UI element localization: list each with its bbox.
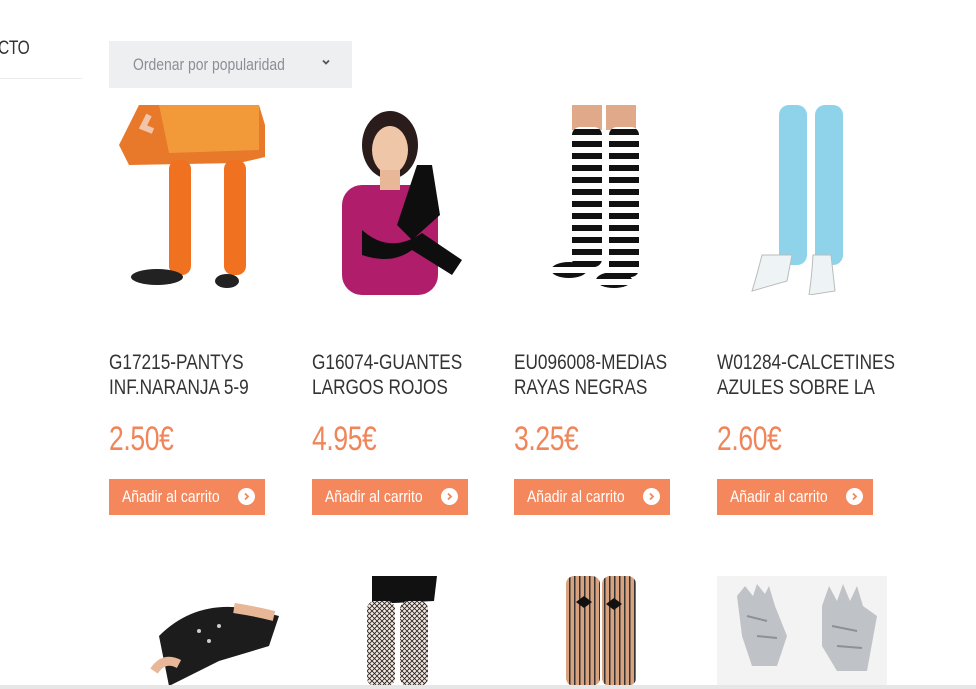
product-title-line1: W01284-CALCETINES bbox=[717, 351, 896, 374]
silver-sequin-gloves-photo[interactable] bbox=[717, 576, 887, 686]
blue-stockings-photo[interactable] bbox=[717, 105, 873, 295]
sort-select[interactable]: Ordenar por popularidad bbox=[109, 41, 352, 88]
add-to-cart-button[interactable]: Añadir al carrito bbox=[717, 479, 873, 515]
product-title-line2: INF.NARANJA 5-9 bbox=[109, 376, 249, 399]
sidebar-title: CTO bbox=[0, 38, 30, 59]
product-price: 4.95€ bbox=[312, 420, 377, 458]
arrow-right-icon bbox=[238, 488, 255, 505]
striped-stockings-photo[interactable] bbox=[514, 105, 670, 295]
add-to-cart-button[interactable]: Añadir al carrito bbox=[312, 479, 468, 515]
product-title[interactable]: G16074-GUANTES LARGOS ROJOS bbox=[312, 350, 476, 400]
product-title-line2: AZULES SOBRE LA bbox=[717, 376, 875, 399]
page-bottom-border bbox=[0, 685, 976, 689]
chevron-down-icon bbox=[320, 55, 332, 71]
bow-striped-stockings-photo[interactable] bbox=[514, 576, 670, 686]
product-price: 2.50€ bbox=[109, 420, 174, 458]
fishnet-tights-photo[interactable] bbox=[312, 576, 468, 686]
orange-tights-photo[interactable] bbox=[109, 105, 265, 295]
add-to-cart-label: Añadir al carrito bbox=[122, 487, 220, 506]
fingerless-studded-gloves-photo[interactable] bbox=[109, 576, 284, 686]
arrow-right-icon bbox=[643, 488, 660, 505]
product-title-line1: G16074-GUANTES bbox=[312, 351, 463, 374]
add-to-cart-label: Añadir al carrito bbox=[730, 487, 828, 506]
product-title[interactable]: EU096008-MEDIAS RAYAS NEGRAS bbox=[514, 350, 678, 400]
add-to-cart-button[interactable]: Añadir al carrito bbox=[514, 479, 670, 515]
product-price: 2.60€ bbox=[717, 420, 782, 458]
add-to-cart-label: Añadir al carrito bbox=[527, 487, 625, 506]
long-black-gloves-photo[interactable] bbox=[312, 105, 468, 295]
product-title-line1: EU096008-MEDIAS bbox=[514, 351, 668, 374]
sidebar-divider bbox=[0, 78, 82, 79]
product-title-line2: LARGOS ROJOS bbox=[312, 376, 448, 399]
add-to-cart-button[interactable]: Añadir al carrito bbox=[109, 479, 265, 515]
product-title-line2: RAYAS NEGRAS bbox=[514, 376, 648, 399]
sort-select-label: Ordenar por popularidad bbox=[133, 54, 285, 74]
add-to-cart-label: Añadir al carrito bbox=[325, 487, 423, 506]
arrow-right-icon bbox=[846, 488, 863, 505]
arrow-right-icon bbox=[441, 488, 458, 505]
product-title[interactable]: W01284-CALCETINES AZULES SOBRE LA bbox=[717, 350, 896, 400]
product-title-line1: G17215-PANTYS bbox=[109, 351, 244, 374]
product-title[interactable]: G17215-PANTYS INF.NARANJA 5-9 bbox=[109, 350, 273, 400]
product-price: 3.25€ bbox=[514, 420, 579, 458]
